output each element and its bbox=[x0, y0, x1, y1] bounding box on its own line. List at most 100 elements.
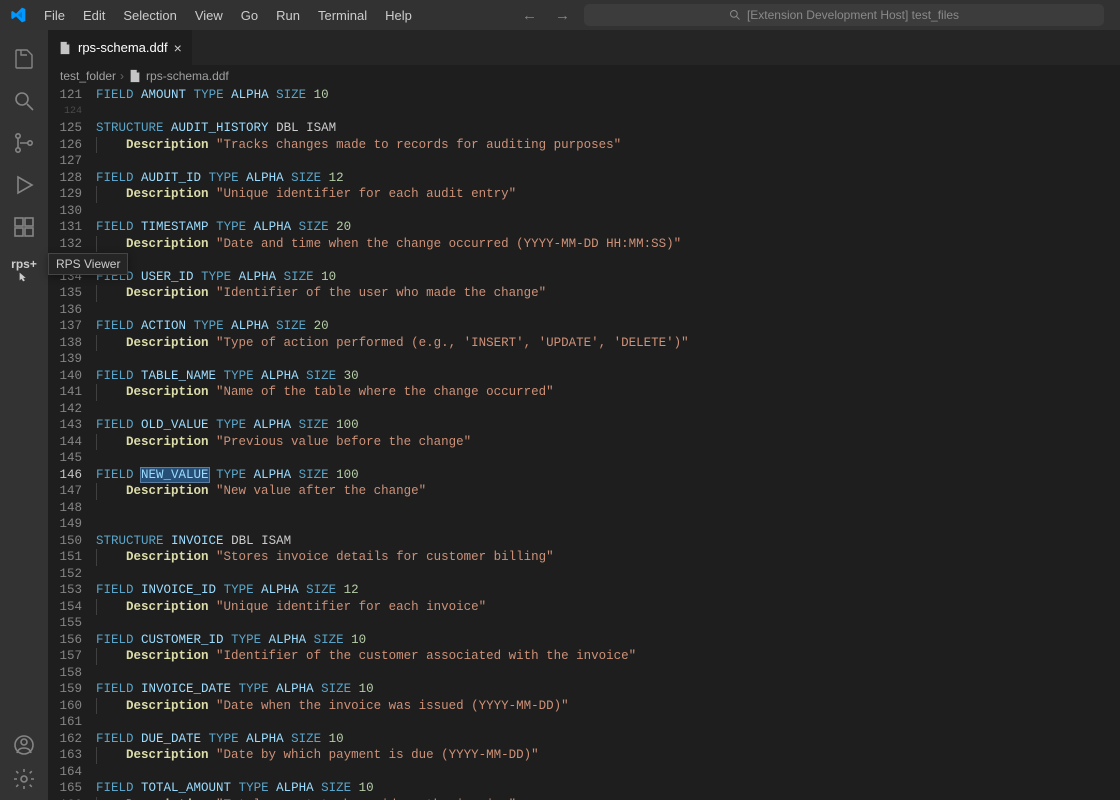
editor-tabs: rps-schema.ddf × bbox=[48, 30, 1120, 65]
code-line[interactable] bbox=[96, 714, 1120, 731]
rps-viewer-icon[interactable]: rps+ bbox=[0, 248, 48, 290]
code-line[interactable] bbox=[96, 401, 1120, 418]
nav-arrows: ← → bbox=[522, 7, 570, 24]
code-line[interactable]: FIELD TOTAL_AMOUNT TYPE ALPHA SIZE 10 bbox=[96, 780, 1120, 797]
file-icon bbox=[58, 41, 72, 55]
line-number: 159 bbox=[48, 681, 82, 698]
menu-terminal[interactable]: Terminal bbox=[310, 4, 375, 27]
code-line[interactable]: FIELD TABLE_NAME TYPE ALPHA SIZE 30 bbox=[96, 368, 1120, 385]
line-number: 156 bbox=[48, 632, 82, 649]
close-icon[interactable]: × bbox=[174, 40, 182, 56]
titlebar: FileEditSelectionViewGoRunTerminalHelp ←… bbox=[0, 0, 1120, 30]
nav-forward-icon[interactable]: → bbox=[555, 7, 570, 24]
code-line[interactable]: Description "Type of action performed (e… bbox=[96, 335, 1120, 352]
explorer-icon[interactable] bbox=[0, 38, 48, 80]
code-line[interactable]: FIELD AUDIT_ID TYPE ALPHA SIZE 12 bbox=[96, 170, 1120, 187]
code-line[interactable] bbox=[96, 252, 1120, 269]
line-number: 145 bbox=[48, 450, 82, 467]
code-line[interactable]: Description "Tracks changes made to reco… bbox=[96, 137, 1120, 154]
code-line[interactable]: FIELD ACTION TYPE ALPHA SIZE 20 bbox=[96, 318, 1120, 335]
code-line[interactable]: Description "Total amount to be paid on … bbox=[96, 797, 1120, 800]
code-line[interactable]: Description "Date by which payment is du… bbox=[96, 747, 1120, 764]
line-number: 135 bbox=[48, 285, 82, 302]
search-view-icon[interactable] bbox=[0, 80, 48, 122]
code-line[interactable]: STRUCTURE INVOICE DBL ISAM bbox=[96, 533, 1120, 550]
code-line[interactable] bbox=[96, 764, 1120, 781]
menu-go[interactable]: Go bbox=[233, 4, 266, 27]
code-line[interactable] bbox=[96, 450, 1120, 467]
accounts-icon[interactable] bbox=[0, 724, 48, 766]
code-line[interactable]: FIELD CUSTOMER_ID TYPE ALPHA SIZE 10 bbox=[96, 632, 1120, 649]
source-control-icon[interactable] bbox=[0, 122, 48, 164]
menu-view[interactable]: View bbox=[187, 4, 231, 27]
line-number: 165 bbox=[48, 780, 82, 797]
line-number: 137 bbox=[48, 318, 82, 335]
code-line[interactable] bbox=[96, 615, 1120, 632]
line-number: 138 bbox=[48, 335, 82, 352]
code-line[interactable]: Description "Date when the invoice was i… bbox=[96, 698, 1120, 715]
menu-help[interactable]: Help bbox=[377, 4, 420, 27]
code-line[interactable]: Description "Previous value before the c… bbox=[96, 434, 1120, 451]
file-icon bbox=[128, 69, 142, 83]
code-line[interactable]: FIELD INVOICE_ID TYPE ALPHA SIZE 12 bbox=[96, 582, 1120, 599]
rps-viewer-tooltip: RPS Viewer bbox=[48, 253, 128, 275]
line-number: 158 bbox=[48, 665, 82, 682]
code-line[interactable]: FIELD NEW_VALUE TYPE ALPHA SIZE 100 bbox=[96, 467, 1120, 484]
line-number: 166 bbox=[48, 797, 82, 800]
code-line[interactable] bbox=[96, 302, 1120, 319]
code-line[interactable] bbox=[96, 516, 1120, 533]
code-line[interactable] bbox=[96, 104, 1120, 121]
code-line[interactable]: FIELD INVOICE_DATE TYPE ALPHA SIZE 10 bbox=[96, 681, 1120, 698]
line-number: 152 bbox=[48, 566, 82, 583]
code-line[interactable]: Description "Identifier of the user who … bbox=[96, 285, 1120, 302]
settings-gear-icon[interactable] bbox=[0, 766, 48, 792]
code-line[interactable]: Description "Name of the table where the… bbox=[96, 384, 1120, 401]
code-line[interactable]: Description "Stores invoice details for … bbox=[96, 549, 1120, 566]
code-editor[interactable]: 1211241251261271281291301311321331341351… bbox=[48, 87, 1120, 800]
code-line[interactable]: FIELD AMOUNT TYPE ALPHA SIZE 10 bbox=[96, 87, 1120, 104]
tab-rps-schema[interactable]: rps-schema.ddf × bbox=[48, 30, 193, 65]
code-line[interactable] bbox=[96, 203, 1120, 220]
line-number-gutter: 1211241251261271281291301311321331341351… bbox=[48, 87, 96, 800]
command-center-search[interactable]: [Extension Development Host] test_files bbox=[584, 4, 1104, 26]
code-line[interactable] bbox=[96, 500, 1120, 517]
code-line[interactable] bbox=[96, 351, 1120, 368]
code-content[interactable]: FIELD AMOUNT TYPE ALPHA SIZE 10 STRUCTURE… bbox=[96, 87, 1120, 800]
line-number: 130 bbox=[48, 203, 82, 220]
breadcrumb-folder[interactable]: test_folder bbox=[60, 69, 116, 83]
line-number: 131 bbox=[48, 219, 82, 236]
line-number: 136 bbox=[48, 302, 82, 319]
menu-selection[interactable]: Selection bbox=[115, 4, 184, 27]
menu-edit[interactable]: Edit bbox=[75, 4, 113, 27]
code-line[interactable] bbox=[96, 153, 1120, 170]
search-text: [Extension Development Host] test_files bbox=[747, 8, 959, 22]
breadcrumb[interactable]: test_folder › rps-schema.ddf bbox=[48, 65, 1120, 87]
activity-bar: rps+ bbox=[0, 30, 48, 800]
editor-area: rps-schema.ddf × test_folder › rps-schem… bbox=[48, 30, 1120, 800]
code-line[interactable]: FIELD OLD_VALUE TYPE ALPHA SIZE 100 bbox=[96, 417, 1120, 434]
breadcrumb-file[interactable]: rps-schema.ddf bbox=[146, 69, 229, 83]
code-line[interactable] bbox=[96, 566, 1120, 583]
line-number: 153 bbox=[48, 582, 82, 599]
code-line[interactable]: Description "Unique identifier for each … bbox=[96, 599, 1120, 616]
run-debug-icon[interactable] bbox=[0, 164, 48, 206]
line-number: 157 bbox=[48, 648, 82, 665]
code-line[interactable]: Description "Unique identifier for each … bbox=[96, 186, 1120, 203]
menu-file[interactable]: File bbox=[36, 4, 73, 27]
code-line[interactable]: Description "Date and time when the chan… bbox=[96, 236, 1120, 253]
extensions-icon[interactable] bbox=[0, 206, 48, 248]
line-number: 149 bbox=[48, 516, 82, 533]
code-line[interactable]: FIELD TIMESTAMP TYPE ALPHA SIZE 20 bbox=[96, 219, 1120, 236]
nav-back-icon[interactable]: ← bbox=[522, 7, 537, 24]
code-line[interactable]: FIELD USER_ID TYPE ALPHA SIZE 10 bbox=[96, 269, 1120, 286]
code-line[interactable]: Description "Identifier of the customer … bbox=[96, 648, 1120, 665]
code-line[interactable] bbox=[96, 665, 1120, 682]
code-line[interactable]: Description "New value after the change" bbox=[96, 483, 1120, 500]
line-number: 155 bbox=[48, 615, 82, 632]
line-number: 160 bbox=[48, 698, 82, 715]
line-number: 140 bbox=[48, 368, 82, 385]
code-line[interactable]: FIELD DUE_DATE TYPE ALPHA SIZE 10 bbox=[96, 731, 1120, 748]
menu-run[interactable]: Run bbox=[268, 4, 308, 27]
code-line[interactable]: STRUCTURE AUDIT_HISTORY DBL ISAM bbox=[96, 120, 1120, 137]
vscode-logo-icon bbox=[6, 3, 30, 27]
